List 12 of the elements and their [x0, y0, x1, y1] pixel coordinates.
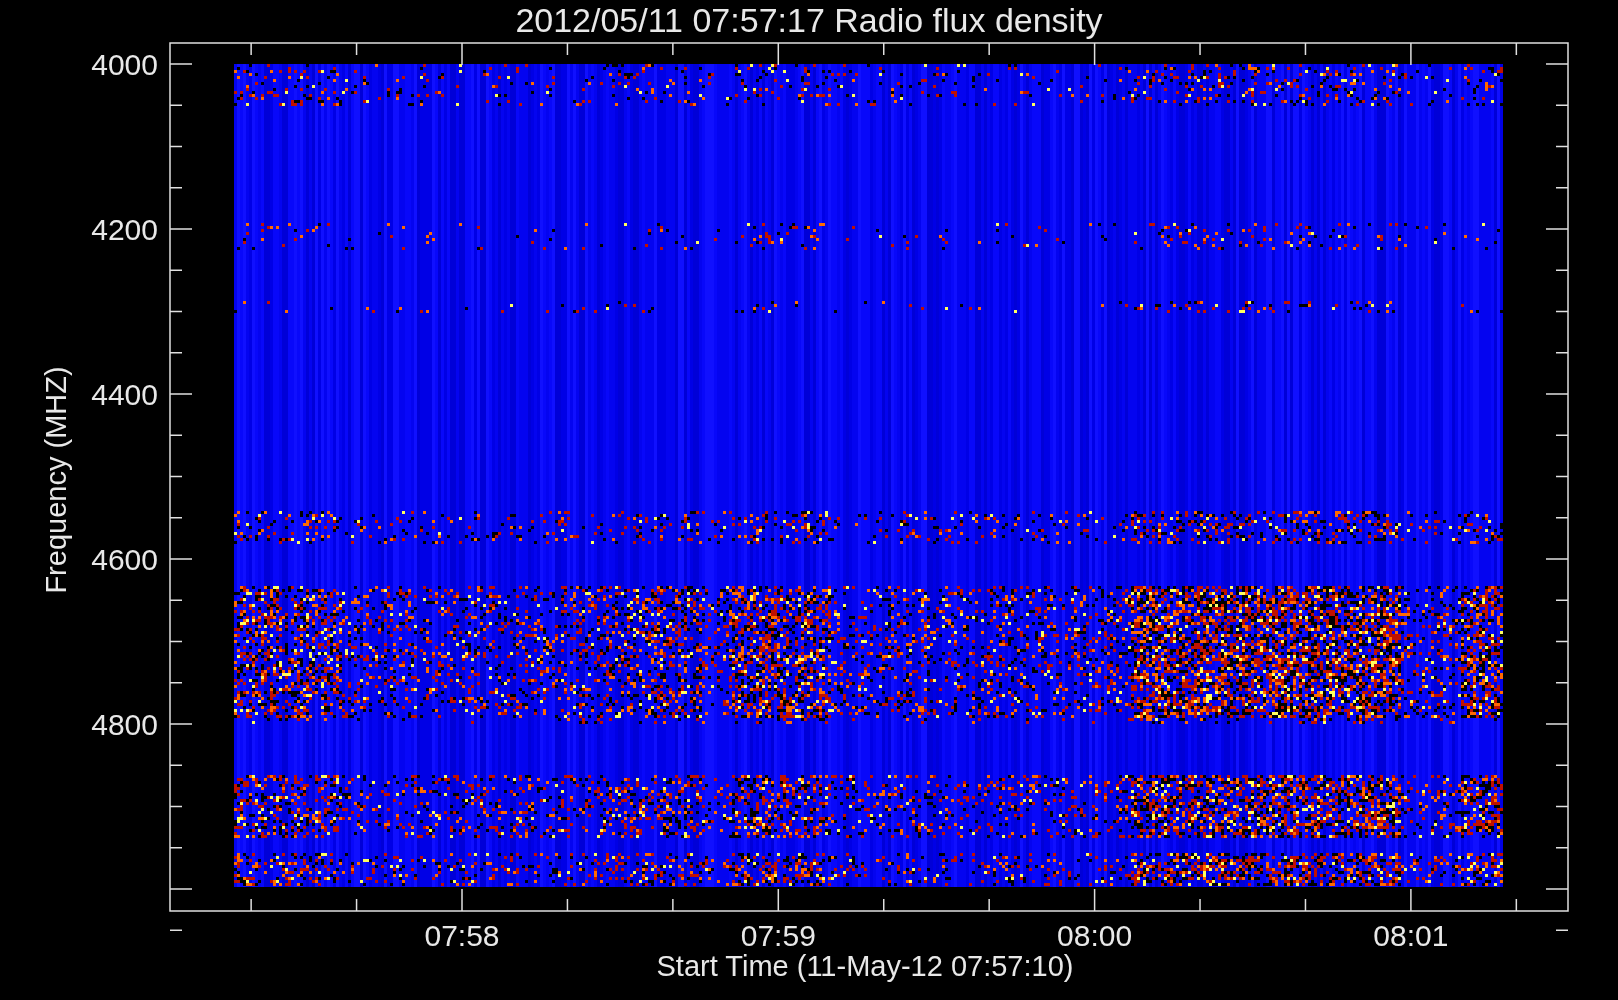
tick-label: 07:58: [424, 919, 500, 952]
tick-label: 4000: [91, 48, 158, 81]
tick-label: 07:59: [740, 919, 816, 952]
tick-label: 4800: [91, 708, 158, 741]
tick-label: 08:01: [1373, 919, 1449, 952]
plot-title: 2012/05/11 07:57:17 Radio flux density: [515, 0, 1103, 40]
x-axis-label: Start Time (11-May-12 07:57:10): [656, 950, 1074, 982]
y-axis-label: Frequency (MHZ): [40, 366, 72, 594]
tick-label: 4200: [91, 213, 158, 246]
tick-label: 08:00: [1057, 919, 1133, 952]
tick-label: 4400: [91, 378, 158, 411]
tick-label: 4600: [91, 543, 158, 576]
